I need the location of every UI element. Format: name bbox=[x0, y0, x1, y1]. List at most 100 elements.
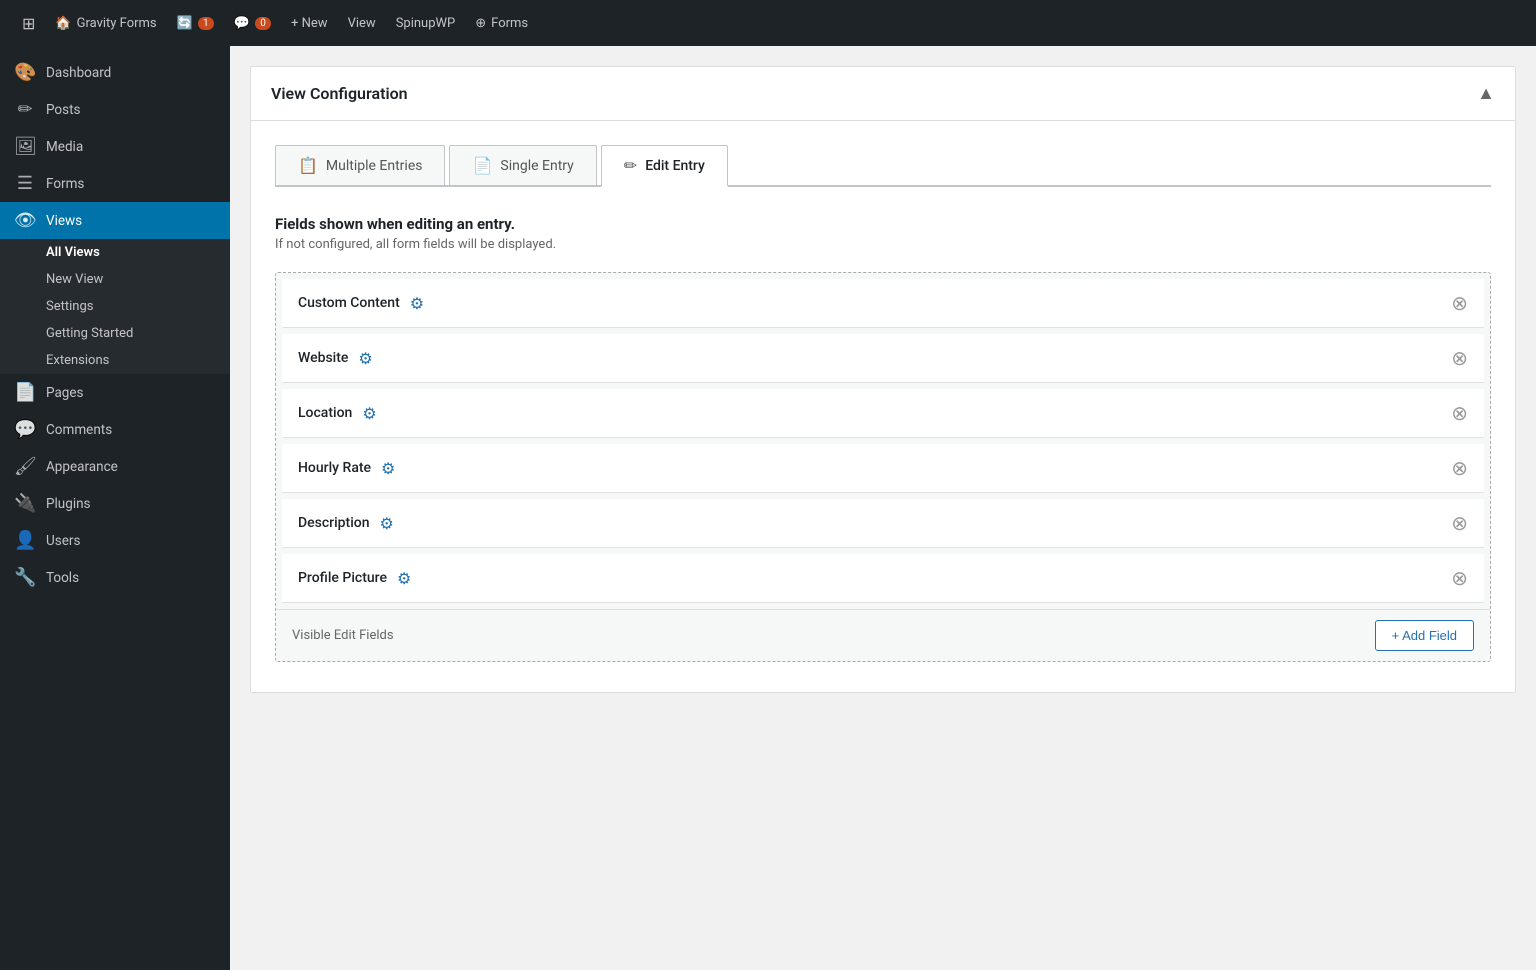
sidebar-item-label: Plugins bbox=[46, 496, 91, 512]
new-label: + New bbox=[291, 16, 328, 31]
tab-single-entry[interactable]: 📄Single Entry bbox=[449, 145, 596, 185]
forms-icon: ⊕ bbox=[475, 16, 486, 31]
comments-item[interactable]: 💬 0 bbox=[224, 0, 281, 46]
website-gear-icon[interactable]: ⚙ bbox=[358, 349, 372, 368]
footer-label: Visible Edit Fields bbox=[292, 628, 394, 643]
spinupwp-label: SpinupWP bbox=[396, 16, 456, 31]
media-icon: 🖼 bbox=[14, 136, 36, 157]
website-remove-button[interactable]: ⊗ bbox=[1451, 348, 1468, 368]
sidebar-item-appearance[interactable]: 🖌Appearance bbox=[0, 448, 230, 485]
field-row-description: Description ⚙ ⊗ bbox=[282, 499, 1484, 548]
sidebar-sub-item-new-view[interactable]: New View bbox=[0, 266, 230, 293]
sidebar-sub-item-all-views[interactable]: All Views bbox=[0, 239, 230, 266]
new-item[interactable]: + New bbox=[281, 0, 338, 46]
sidebar-item-label: Comments bbox=[46, 422, 112, 438]
view-item[interactable]: View bbox=[338, 0, 386, 46]
tools-icon: 🔧 bbox=[14, 567, 36, 588]
sidebar-sub-item-extensions[interactable]: Extensions bbox=[0, 347, 230, 374]
forms-label: Forms bbox=[491, 16, 528, 31]
fields-footer: Visible Edit Fields + Add Field bbox=[276, 609, 1490, 661]
site-name[interactable]: 🏠 Gravity Forms bbox=[45, 0, 166, 46]
comments-icon: 💬 bbox=[14, 419, 36, 440]
profile-picture-remove-button[interactable]: ⊗ bbox=[1451, 568, 1468, 588]
panel-body: 📋 Multiple Entries 📄Single Entry ✏ Edit Entr… bbox=[251, 121, 1515, 692]
edit-entry-tab-icon: ✏ bbox=[624, 156, 637, 175]
sidebar-item-label: Appearance bbox=[46, 459, 118, 475]
field-label-description: Description bbox=[298, 515, 370, 531]
field-label-custom-content: Custom Content bbox=[298, 295, 400, 311]
sidebar-item-label: Dashboard bbox=[46, 65, 111, 81]
sidebar-item-media[interactable]: 🖼 Media bbox=[0, 128, 230, 165]
sidebar-item-posts[interactable]: ✏ Posts bbox=[0, 91, 230, 128]
sidebar-sub-item-settings[interactable]: Settings bbox=[0, 293, 230, 320]
sidebar-item-label: Posts bbox=[46, 102, 80, 118]
posts-icon: ✏ bbox=[14, 99, 36, 120]
field-row-hourly-rate: Hourly Rate ⚙ ⊗ bbox=[282, 444, 1484, 493]
description-remove-button[interactable]: ⊗ bbox=[1451, 513, 1468, 533]
dashboard-icon: 🎨 bbox=[14, 62, 36, 83]
updates-item[interactable]: 🔄 1 bbox=[167, 0, 224, 46]
field-label-profile-picture: Profile Picture bbox=[298, 570, 387, 586]
fields-description: Fields shown when editing an entry. If n… bbox=[275, 215, 1491, 252]
sidebar-item-forms[interactable]: ☰Forms bbox=[0, 165, 230, 202]
sidebar-item-plugins[interactable]: 🔌 Plugins bbox=[0, 485, 230, 522]
sidebar-item-label: Users bbox=[46, 533, 80, 549]
views-icon: 👁 bbox=[14, 210, 36, 231]
field-row-custom-content: Custom Content ⚙ ⊗ bbox=[282, 279, 1484, 328]
fields-subheading: If not configured, all form fields will … bbox=[275, 237, 1491, 252]
home-icon: 🏠 bbox=[55, 16, 71, 31]
field-label-website: Website bbox=[298, 350, 348, 366]
panel-header: View Configuration ▲ bbox=[251, 67, 1515, 121]
sidebar-item-pages[interactable]: 📄Pages bbox=[0, 374, 230, 411]
wp-logo[interactable]: ⊞ bbox=[12, 0, 45, 46]
sidebar-item-tools[interactable]: 🔧 Tools bbox=[0, 559, 230, 596]
wp-icon: ⊞ bbox=[22, 14, 35, 33]
field-row-website: Website ⚙ ⊗ bbox=[282, 334, 1484, 383]
field-left-website: Website ⚙ bbox=[298, 349, 373, 368]
sidebar-item-comments[interactable]: 💬 Comments bbox=[0, 411, 230, 448]
updates-icon: 🔄 bbox=[177, 16, 193, 31]
sidebar-item-label: Forms bbox=[46, 176, 84, 192]
spinupwp-item[interactable]: SpinupWP bbox=[386, 0, 466, 46]
custom-content-remove-button[interactable]: ⊗ bbox=[1451, 293, 1468, 313]
sidebar-item-label: Media bbox=[46, 139, 83, 155]
fields-container: Custom Content ⚙ ⊗ Website ⚙ ⊗ Location … bbox=[275, 272, 1491, 662]
view-configuration-panel: View Configuration ▲ 📋 Multiple Entries 📄S… bbox=[250, 66, 1516, 693]
admin-bar: ⊞ 🏠 Gravity Forms 🔄 1 💬 0 + New View Spi… bbox=[0, 0, 1536, 46]
sidebar: 🎨 Dashboard ✏ Posts 🖼 Media ☰Forms 👁 Views All Vi… bbox=[0, 46, 230, 970]
hourly-rate-gear-icon[interactable]: ⚙ bbox=[381, 459, 395, 478]
sidebar-item-users[interactable]: 👤Users bbox=[0, 522, 230, 559]
profile-picture-gear-icon[interactable]: ⚙ bbox=[397, 569, 411, 588]
location-remove-button[interactable]: ⊗ bbox=[1451, 403, 1468, 423]
sidebar-sub-item-getting-started[interactable]: Getting Started bbox=[0, 320, 230, 347]
edit-entry-tab-label: Edit Entry bbox=[645, 158, 705, 174]
location-gear-icon[interactable]: ⚙ bbox=[362, 404, 376, 423]
forms-item[interactable]: ⊕ Forms bbox=[465, 0, 538, 46]
multiple-entries-tab-label: Multiple Entries bbox=[326, 158, 423, 174]
description-gear-icon[interactable]: ⚙ bbox=[380, 514, 394, 533]
add-field-button[interactable]: + Add Field bbox=[1375, 620, 1474, 651]
view-label: View bbox=[348, 16, 376, 31]
pages-icon: 📄 bbox=[14, 382, 36, 403]
updates-count: 1 bbox=[198, 17, 214, 30]
single-entry-tab-label: Single Entry bbox=[500, 158, 573, 174]
hourly-rate-remove-button[interactable]: ⊗ bbox=[1451, 458, 1468, 478]
sidebar-item-label: Tools bbox=[46, 570, 79, 586]
fields-heading: Fields shown when editing an entry. bbox=[275, 215, 1491, 233]
field-left-location: Location ⚙ bbox=[298, 404, 377, 423]
tabs-container: 📋 Multiple Entries 📄Single Entry ✏ Edit Entr… bbox=[275, 145, 1491, 187]
tab-multiple-entries[interactable]: 📋 Multiple Entries bbox=[275, 145, 445, 185]
field-label-hourly-rate: Hourly Rate bbox=[298, 460, 371, 476]
field-left-description: Description ⚙ bbox=[298, 514, 394, 533]
sidebar-item-dashboard[interactable]: 🎨 Dashboard bbox=[0, 54, 230, 91]
comments-count: 0 bbox=[255, 17, 271, 30]
panel-toggle-button[interactable]: ▲ bbox=[1477, 83, 1495, 104]
sidebar-item-views[interactable]: 👁 Views bbox=[0, 202, 230, 239]
tab-edit-entry[interactable]: ✏ Edit Entry bbox=[601, 145, 728, 187]
custom-content-gear-icon[interactable]: ⚙ bbox=[410, 294, 424, 313]
content-area: View Configuration ▲ 📋 Multiple Entries 📄S… bbox=[230, 46, 1536, 970]
sidebar-item-label: Views bbox=[46, 213, 82, 229]
multiple-entries-tab-icon: 📋 bbox=[298, 156, 318, 175]
plugins-icon: 🔌 bbox=[14, 493, 36, 514]
field-left-hourly-rate: Hourly Rate ⚙ bbox=[298, 459, 395, 478]
